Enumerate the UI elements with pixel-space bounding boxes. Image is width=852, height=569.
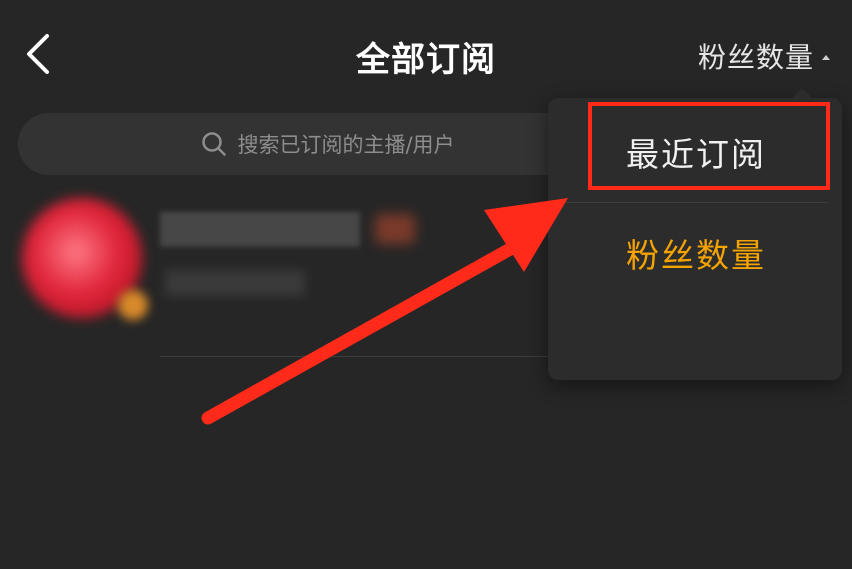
sort-dropdown-trigger[interactable]: 粉丝数量: [698, 36, 830, 76]
subscription-screen: 全部订阅 粉丝数量 搜索已订阅的主播/用户 最近订阅 粉丝数量: [0, 0, 852, 569]
menu-item-follower-count[interactable]: 粉丝数量: [548, 203, 842, 303]
search-input[interactable]: 搜索已订阅的主播/用户: [18, 113, 638, 175]
blurred-name: [160, 212, 360, 246]
search-placeholder: 搜索已订阅的主播/用户: [237, 133, 455, 157]
avatar-badge: [118, 290, 148, 320]
search-icon: [202, 132, 227, 156]
subscription-list-item[interactable]: [0, 190, 620, 360]
annotation-highlight-box: [588, 102, 830, 190]
blurred-description: [165, 270, 305, 296]
sort-label: 粉丝数量: [697, 41, 814, 74]
caret-up-icon: [822, 54, 830, 60]
dropdown-pointer: [792, 88, 812, 98]
blurred-tag: [375, 214, 415, 244]
